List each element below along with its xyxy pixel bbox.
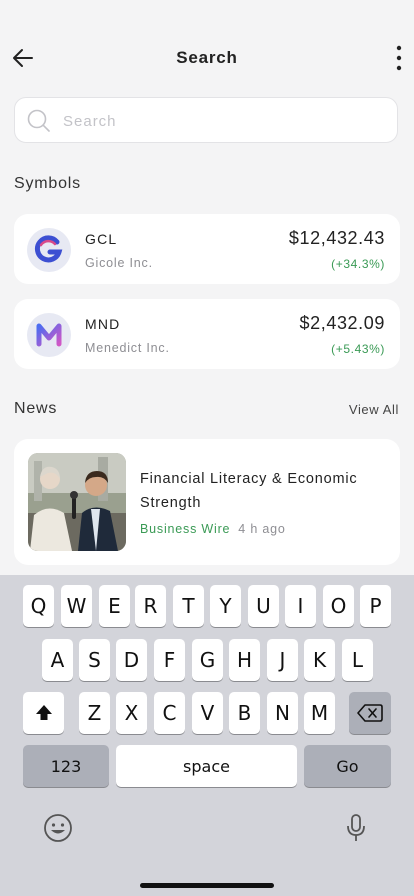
- key-a[interactable]: A: [42, 639, 73, 681]
- symbol-price: $2,432.09: [299, 313, 385, 333]
- news-headline: Financial Literacy & Economic Strength: [140, 471, 358, 511]
- symbol-change: (+34.3%): [331, 257, 385, 271]
- key-f[interactable]: F: [154, 639, 185, 681]
- news-card[interactable]: Financial Literacy & Economic Strength B…: [14, 439, 400, 565]
- key-e[interactable]: E: [99, 585, 130, 627]
- key-t[interactable]: T: [173, 585, 204, 627]
- microphone-icon[interactable]: [345, 813, 367, 843]
- symbol-price: $12,432.43: [288, 228, 385, 248]
- search-box[interactable]: [14, 97, 398, 143]
- key-p[interactable]: P: [360, 585, 391, 627]
- numbers-key[interactable]: 123: [23, 745, 109, 787]
- symbol-ticker: MND: [85, 316, 121, 332]
- gicole-logo-icon: [27, 228, 71, 272]
- company-name: Menedict Inc.: [85, 341, 170, 355]
- key-c[interactable]: C: [154, 692, 185, 734]
- symbol-change: (+5.43%): [331, 342, 385, 356]
- news-section-title: News: [14, 400, 58, 417]
- emoji-icon[interactable]: [43, 813, 73, 843]
- key-v[interactable]: V: [192, 692, 223, 734]
- page-title: Search: [176, 48, 238, 67]
- key-s[interactable]: S: [79, 639, 110, 681]
- more-options-icon[interactable]: [394, 42, 404, 74]
- key-w[interactable]: W: [61, 585, 92, 627]
- backspace-key[interactable]: [349, 692, 391, 734]
- backspace-icon: [357, 704, 383, 722]
- company-name: Gicole Inc.: [85, 256, 153, 270]
- header: Search: [0, 30, 414, 86]
- key-o[interactable]: O: [323, 585, 354, 627]
- shift-key[interactable]: [23, 692, 64, 734]
- news-interview-thumbnail: [28, 453, 126, 551]
- menedict-logo-icon: [27, 313, 71, 357]
- news-source: Business Wire: [140, 522, 231, 536]
- key-h[interactable]: H: [229, 639, 260, 681]
- key-x[interactable]: X: [116, 692, 147, 734]
- symbols-section-title: Symbols: [14, 175, 81, 192]
- symbol-ticker: GCL: [85, 231, 118, 247]
- key-y[interactable]: Y: [210, 585, 241, 627]
- shift-icon: [35, 705, 52, 720]
- space-key[interactable]: space: [116, 745, 297, 787]
- key-i[interactable]: I: [285, 585, 316, 627]
- key-d[interactable]: D: [116, 639, 147, 681]
- symbol-card-gcl[interactable]: GCL Gicole Inc. $12,432.43 (+34.3%): [14, 214, 400, 284]
- view-all-link[interactable]: View All: [349, 402, 399, 417]
- home-indicator: [140, 883, 274, 888]
- key-g[interactable]: G: [192, 639, 223, 681]
- symbol-card-mnd[interactable]: MND Menedict Inc. $2,432.09 (+5.43%): [14, 299, 400, 369]
- key-r[interactable]: R: [135, 585, 166, 627]
- keyboard: Q W E R T Y U I O P A S D F G H J K L Z …: [0, 575, 414, 896]
- key-k[interactable]: K: [304, 639, 335, 681]
- key-b[interactable]: B: [229, 692, 260, 734]
- key-m[interactable]: M: [304, 692, 335, 734]
- key-q[interactable]: Q: [23, 585, 54, 627]
- news-time: 4 h ago: [238, 522, 286, 536]
- go-key[interactable]: Go: [304, 745, 391, 787]
- key-u[interactable]: U: [248, 585, 279, 627]
- news-meta: Business Wire 4 h ago: [140, 522, 286, 536]
- key-l[interactable]: L: [342, 639, 373, 681]
- search-input[interactable]: [61, 108, 385, 134]
- search-icon: [27, 109, 50, 132]
- key-n[interactable]: N: [267, 692, 298, 734]
- key-z[interactable]: Z: [79, 692, 110, 734]
- key-j[interactable]: J: [267, 639, 298, 681]
